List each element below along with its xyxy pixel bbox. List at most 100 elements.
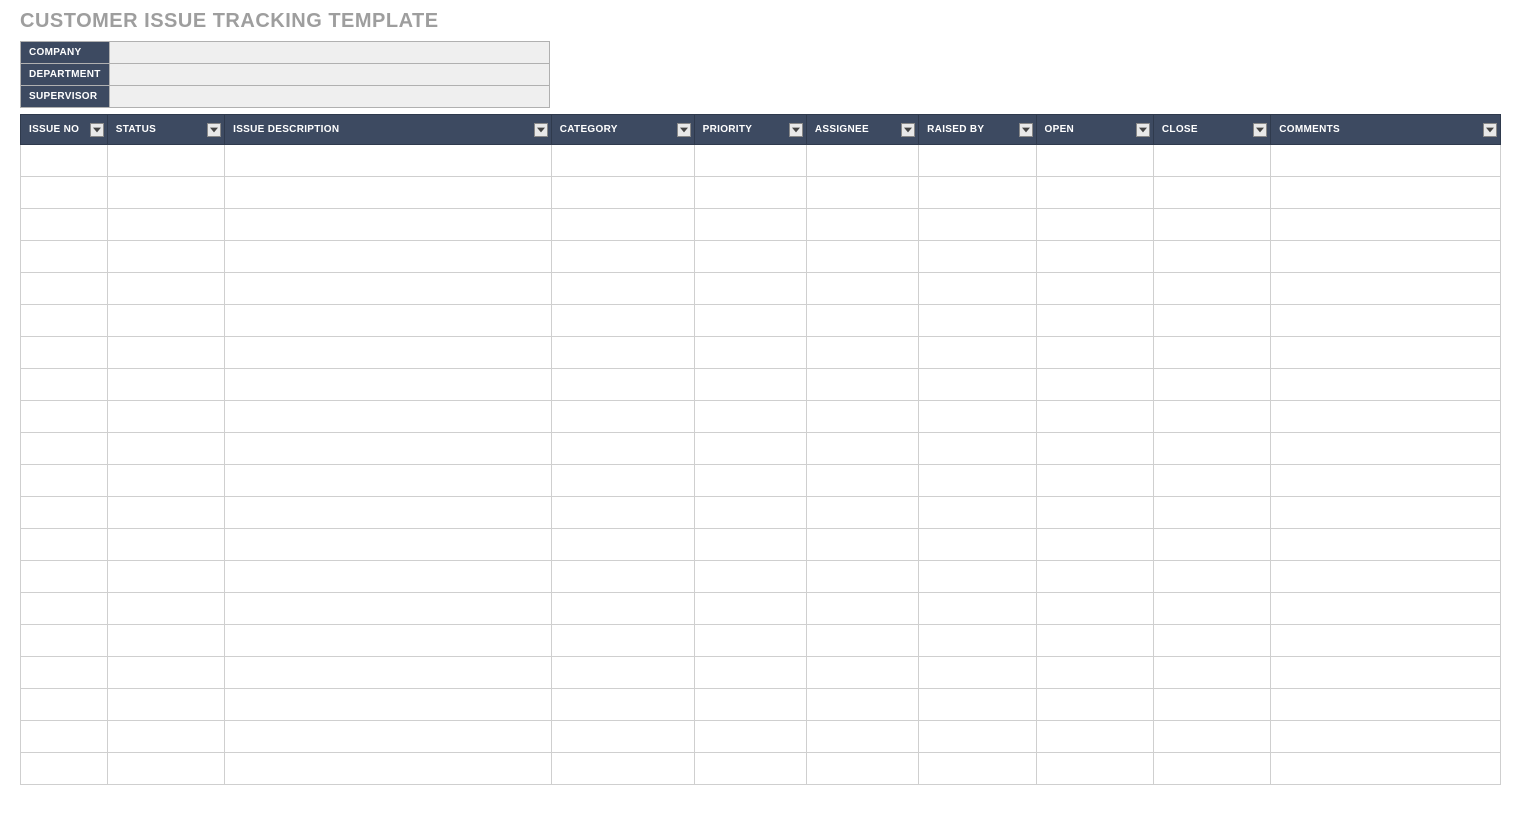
cell-close[interactable] [1153, 593, 1270, 625]
cell-priority[interactable] [694, 337, 806, 369]
cell-issue_description[interactable] [225, 273, 552, 305]
cell-issue_no[interactable] [21, 689, 108, 721]
cell-issue_description[interactable] [225, 401, 552, 433]
cell-issue_no[interactable] [21, 241, 108, 273]
cell-raised_by[interactable] [919, 689, 1036, 721]
cell-close[interactable] [1153, 145, 1270, 177]
col-header-close[interactable]: CLOSE [1153, 115, 1270, 145]
cell-issue_no[interactable] [21, 561, 108, 593]
cell-open[interactable] [1036, 273, 1153, 305]
cell-issue_description[interactable] [225, 145, 552, 177]
cell-priority[interactable] [694, 401, 806, 433]
cell-close[interactable] [1153, 689, 1270, 721]
cell-comments[interactable] [1271, 721, 1501, 753]
cell-status[interactable] [107, 273, 224, 305]
cell-comments[interactable] [1271, 305, 1501, 337]
cell-status[interactable] [107, 497, 224, 529]
cell-priority[interactable] [694, 241, 806, 273]
cell-open[interactable] [1036, 529, 1153, 561]
cell-priority[interactable] [694, 593, 806, 625]
cell-priority[interactable] [694, 433, 806, 465]
cell-raised_by[interactable] [919, 177, 1036, 209]
cell-open[interactable] [1036, 657, 1153, 689]
cell-issue_no[interactable] [21, 497, 108, 529]
cell-status[interactable] [107, 337, 224, 369]
cell-issue_description[interactable] [225, 657, 552, 689]
filter-button-comments[interactable] [1483, 123, 1497, 137]
filter-button-issue-description[interactable] [534, 123, 548, 137]
cell-category[interactable] [551, 209, 694, 241]
cell-close[interactable] [1153, 753, 1270, 785]
cell-close[interactable] [1153, 401, 1270, 433]
col-header-issue-no[interactable]: ISSUE NO [21, 115, 108, 145]
cell-open[interactable] [1036, 689, 1153, 721]
cell-assignee[interactable] [806, 753, 918, 785]
cell-issue_description[interactable] [225, 497, 552, 529]
cell-comments[interactable] [1271, 241, 1501, 273]
cell-comments[interactable] [1271, 401, 1501, 433]
cell-comments[interactable] [1271, 593, 1501, 625]
cell-status[interactable] [107, 305, 224, 337]
filter-button-raised-by[interactable] [1019, 123, 1033, 137]
filter-button-close[interactable] [1253, 123, 1267, 137]
cell-raised_by[interactable] [919, 465, 1036, 497]
cell-close[interactable] [1153, 177, 1270, 209]
cell-raised_by[interactable] [919, 209, 1036, 241]
cell-category[interactable] [551, 305, 694, 337]
cell-raised_by[interactable] [919, 273, 1036, 305]
col-header-comments[interactable]: COMMENTS [1271, 115, 1501, 145]
cell-status[interactable] [107, 209, 224, 241]
cell-open[interactable] [1036, 593, 1153, 625]
col-header-assignee[interactable]: ASSIGNEE [806, 115, 918, 145]
cell-issue_no[interactable] [21, 401, 108, 433]
cell-issue_description[interactable] [225, 465, 552, 497]
cell-assignee[interactable] [806, 209, 918, 241]
cell-comments[interactable] [1271, 753, 1501, 785]
cell-raised_by[interactable] [919, 497, 1036, 529]
cell-open[interactable] [1036, 241, 1153, 273]
department-input[interactable] [109, 64, 549, 86]
cell-comments[interactable] [1271, 529, 1501, 561]
cell-category[interactable] [551, 145, 694, 177]
cell-open[interactable] [1036, 497, 1153, 529]
cell-issue_no[interactable] [21, 657, 108, 689]
cell-assignee[interactable] [806, 241, 918, 273]
cell-priority[interactable] [694, 689, 806, 721]
cell-assignee[interactable] [806, 305, 918, 337]
filter-button-issue-no[interactable] [90, 123, 104, 137]
cell-open[interactable] [1036, 369, 1153, 401]
cell-issue_no[interactable] [21, 593, 108, 625]
cell-status[interactable] [107, 625, 224, 657]
cell-priority[interactable] [694, 177, 806, 209]
cell-priority[interactable] [694, 625, 806, 657]
cell-issue_description[interactable] [225, 209, 552, 241]
cell-raised_by[interactable] [919, 433, 1036, 465]
cell-comments[interactable] [1271, 497, 1501, 529]
col-header-priority[interactable]: PRIORITY [694, 115, 806, 145]
cell-open[interactable] [1036, 433, 1153, 465]
cell-issue_no[interactable] [21, 625, 108, 657]
cell-issue_description[interactable] [225, 337, 552, 369]
cell-issue_no[interactable] [21, 753, 108, 785]
cell-issue_description[interactable] [225, 241, 552, 273]
cell-priority[interactable] [694, 209, 806, 241]
cell-category[interactable] [551, 529, 694, 561]
cell-comments[interactable] [1271, 465, 1501, 497]
cell-status[interactable] [107, 145, 224, 177]
cell-status[interactable] [107, 369, 224, 401]
cell-comments[interactable] [1271, 561, 1501, 593]
cell-assignee[interactable] [806, 689, 918, 721]
cell-raised_by[interactable] [919, 753, 1036, 785]
cell-raised_by[interactable] [919, 369, 1036, 401]
cell-assignee[interactable] [806, 465, 918, 497]
cell-issue_description[interactable] [225, 593, 552, 625]
cell-issue_description[interactable] [225, 369, 552, 401]
cell-status[interactable] [107, 657, 224, 689]
cell-category[interactable] [551, 593, 694, 625]
cell-issue_no[interactable] [21, 369, 108, 401]
cell-assignee[interactable] [806, 721, 918, 753]
cell-comments[interactable] [1271, 337, 1501, 369]
cell-assignee[interactable] [806, 273, 918, 305]
cell-status[interactable] [107, 177, 224, 209]
cell-assignee[interactable] [806, 593, 918, 625]
